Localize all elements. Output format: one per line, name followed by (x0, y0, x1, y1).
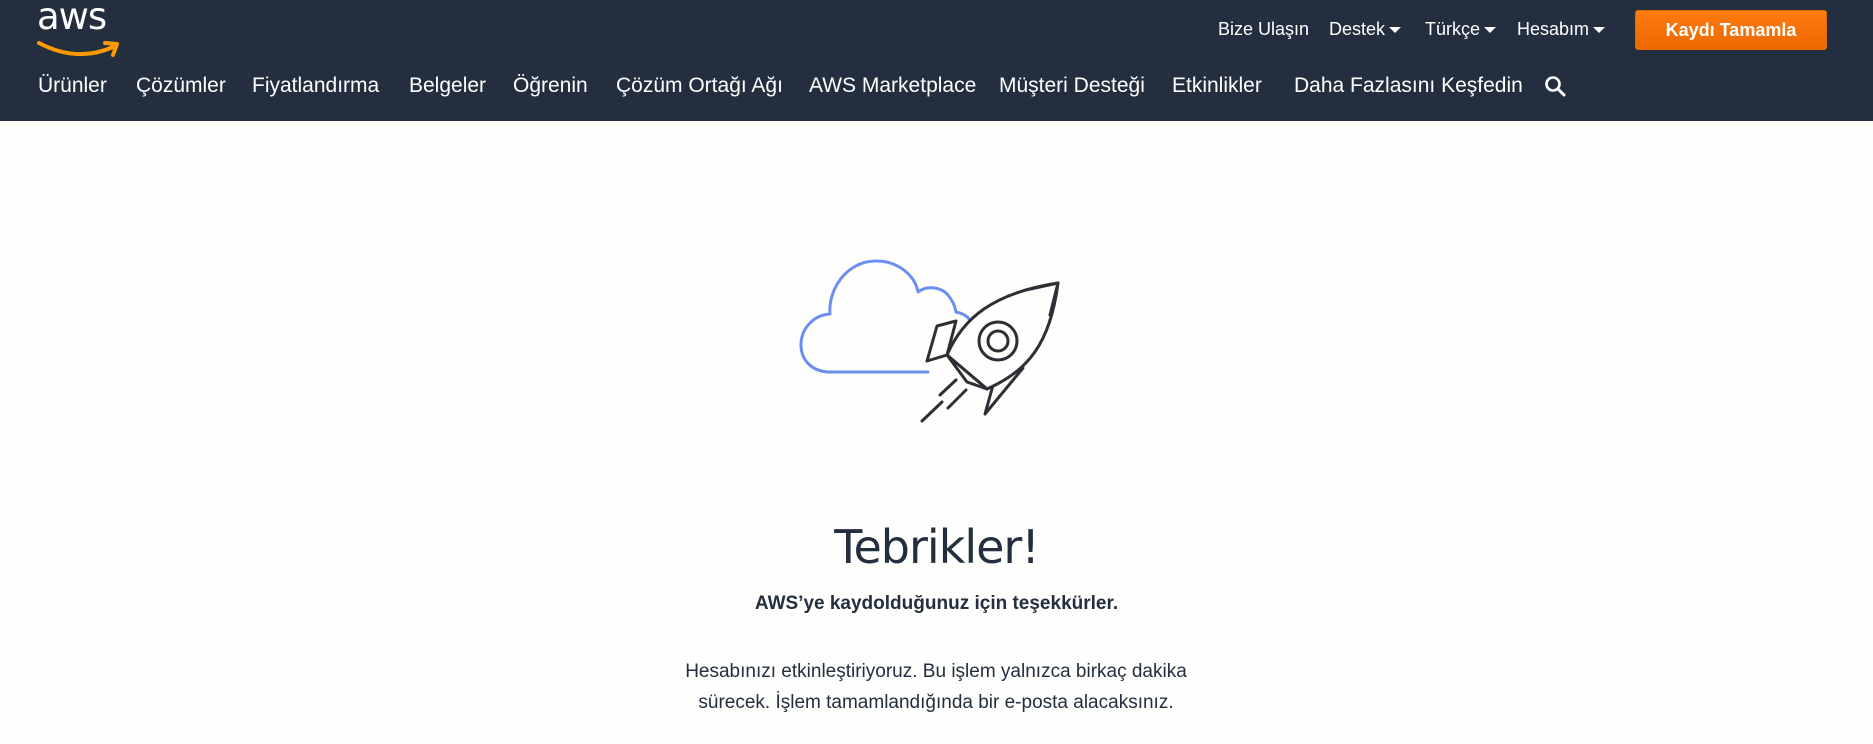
language-dropdown[interactable]: Türkçe (1425, 18, 1497, 40)
language-label: Türkçe (1425, 19, 1481, 39)
activation-message: Hesabınızı etkinleştiriyoruz. Bu işlem y… (636, 656, 1236, 718)
account-label: Hesabım (1517, 19, 1590, 39)
aws-smile-icon (37, 41, 119, 57)
nav-item-learn[interactable]: Öğrenin (513, 72, 588, 100)
account-dropdown[interactable]: Hesabım (1517, 18, 1606, 40)
caret-down-icon (1593, 27, 1606, 34)
aws-logo-text: aws (37, 0, 107, 38)
aws-logo[interactable]: aws (37, 0, 123, 61)
support-dropdown[interactable]: Destek (1329, 18, 1402, 40)
search-icon[interactable] (1543, 74, 1567, 98)
nav-item-events[interactable]: Etkinlikler (1172, 72, 1262, 100)
nav-item-partner-network[interactable]: Çözüm Ortağı Ağı (616, 72, 783, 100)
rocket-icon (920, 281, 1060, 423)
caret-down-icon (1484, 27, 1497, 34)
nav-item-customer-support[interactable]: Müşteri Desteği (999, 72, 1145, 100)
activation-message-line-1: Hesabınızı etkinleştiriyoruz. Bu işlem y… (685, 661, 1187, 682)
nav-item-products[interactable]: Ürünler (38, 72, 107, 100)
complete-signup-button[interactable]: Kaydı Tamamla (1635, 10, 1827, 50)
contact-us-link[interactable]: Bize Ulaşın (1218, 18, 1309, 40)
nav-item-solutions[interactable]: Çözümler (136, 72, 226, 100)
thank-you-subtitle: AWS’ye kaydolduğunuz için teşekkürler. (754, 593, 1119, 614)
support-label: Destek (1329, 19, 1386, 39)
nav-item-documentation[interactable]: Belgeler (409, 72, 486, 100)
nav-item-pricing[interactable]: Fiyatlandırma (252, 72, 379, 100)
page-title: Tebrikler! (834, 520, 1040, 574)
top-navigation-bar: aws Bize Ulaşın Destek Türkçe Hesabım Ka… (0, 0, 1873, 121)
caret-down-icon (1389, 27, 1402, 34)
nav-item-marketplace[interactable]: AWS Marketplace (809, 72, 976, 100)
nav-item-explore-more[interactable]: Daha Fazlasını Keşfedin (1294, 72, 1523, 100)
activation-message-line-2: sürecek. İşlem tamamlandığında bir e-pos… (698, 692, 1174, 713)
cloud-rocket-illustration (799, 259, 1060, 423)
